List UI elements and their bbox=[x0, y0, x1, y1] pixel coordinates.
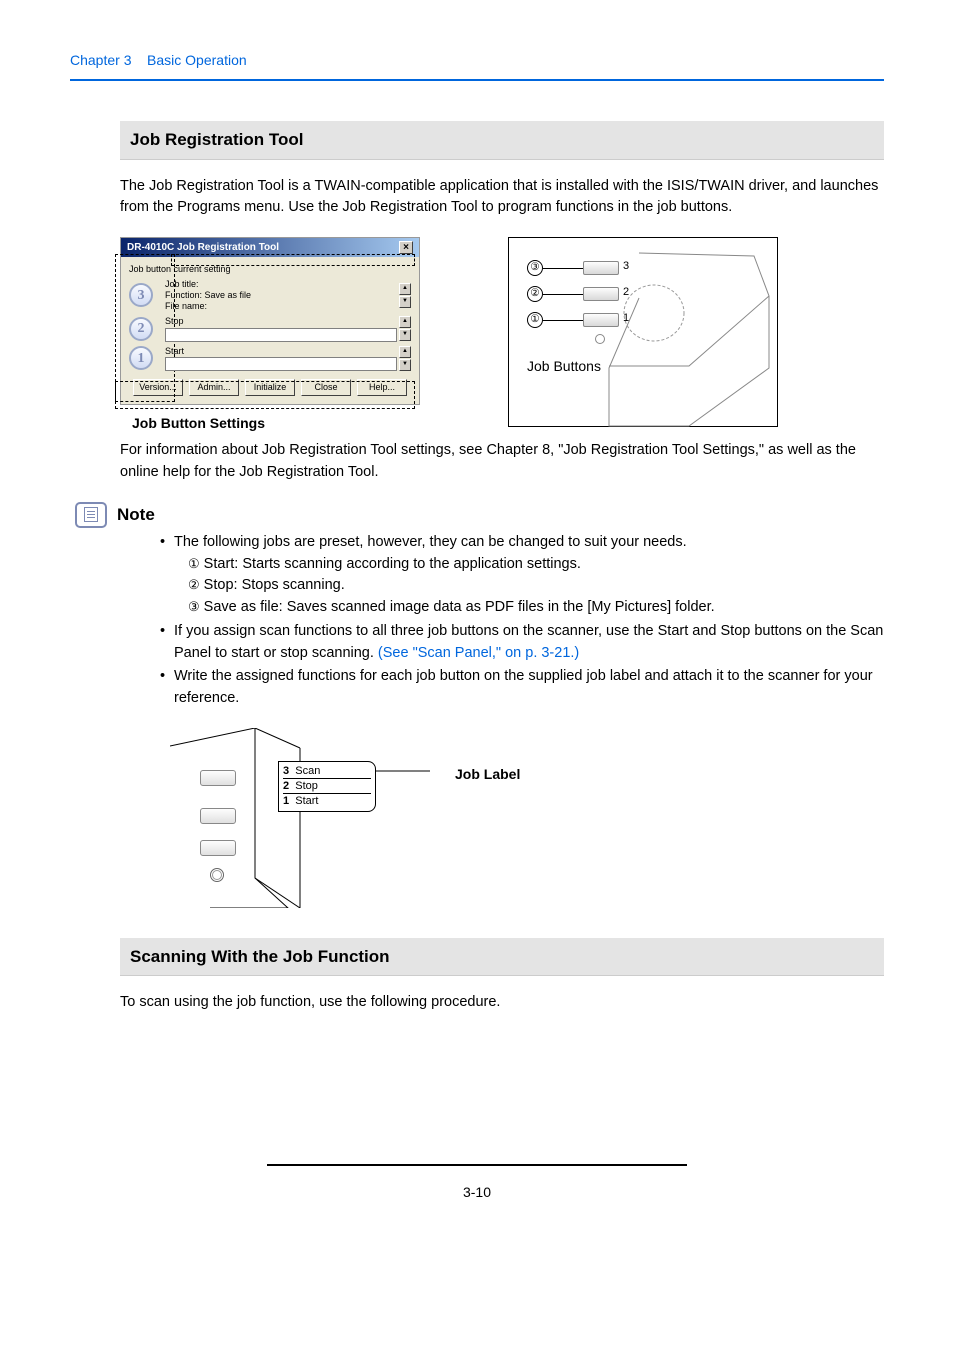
section1-intro: The Job Registration Tool is a TWAIN-com… bbox=[120, 176, 884, 220]
job-label-caption: Job Label bbox=[455, 764, 520, 785]
job-row-2: 2 Stop ▲ ▼ bbox=[129, 316, 411, 341]
chapter-title: Basic Operation bbox=[147, 52, 247, 68]
chapter-number: Chapter 3 bbox=[70, 52, 131, 68]
spin-down-icon[interactable]: ▼ bbox=[399, 329, 411, 341]
admin-button[interactable]: Admin... bbox=[189, 379, 239, 397]
section-heading-scanning: Scanning With the Job Function bbox=[120, 938, 884, 977]
note-bullet-1: The following jobs are preset, however, … bbox=[160, 532, 884, 619]
spin-up-icon[interactable]: ▲ bbox=[399, 283, 411, 295]
section1-after-text: For information about Job Registration T… bbox=[120, 440, 884, 484]
initialize-button[interactable]: Initialize bbox=[245, 379, 295, 397]
spin-down-icon[interactable]: ▼ bbox=[399, 296, 411, 308]
section2-intro: To scan using the job function, use the … bbox=[120, 992, 884, 1014]
dialog-title-text: DR-4010C Job Registration Tool bbox=[127, 240, 279, 255]
scanner-figure-label: Job Buttons bbox=[527, 356, 601, 377]
job-number-badge: 2 bbox=[129, 317, 153, 341]
note-bullet-2: If you assign scan functions to all thre… bbox=[160, 621, 884, 665]
page-number: 3-10 bbox=[70, 1172, 884, 1203]
job-label-figure: 3 3 ScanScan 2 Stop 1 Start bbox=[170, 728, 440, 908]
note-heading: Note bbox=[117, 502, 155, 528]
dialog-figure: DR-4010C Job Registration Tool × Job but… bbox=[120, 237, 420, 434]
help-button[interactable]: Help... bbox=[357, 379, 407, 397]
scanner-figure: ③ 3 ② 2 ① 1 Job Buttons bbox=[508, 237, 778, 427]
spin-up-icon[interactable]: ▲ bbox=[399, 346, 411, 358]
dialog-caption: Job Button Settings bbox=[132, 413, 420, 434]
job-row-3: 3 Job title: Function: Save as file File… bbox=[129, 279, 411, 313]
scan-panel-link[interactable]: (See "Scan Panel," on p. 3-21.) bbox=[378, 645, 579, 661]
close-button[interactable]: Close bbox=[301, 379, 351, 397]
spin-down-icon[interactable]: ▼ bbox=[399, 359, 411, 371]
dialog-group-label: Job button current setting bbox=[129, 263, 411, 277]
job-row-1: 1 Start ▲ ▼ bbox=[129, 346, 411, 371]
spin-up-icon[interactable]: ▲ bbox=[399, 316, 411, 328]
job-number-badge: 1 bbox=[129, 346, 153, 370]
job-label-box: 3 3 ScanScan 2 Stop 1 Start bbox=[278, 761, 376, 812]
note-icon bbox=[75, 502, 107, 528]
section-heading-job-registration: Job Registration Tool bbox=[120, 121, 884, 160]
close-icon[interactable]: × bbox=[399, 241, 413, 254]
version-button[interactable]: Version... bbox=[133, 379, 183, 397]
note-bullet-3: Write the assigned functions for each jo… bbox=[160, 666, 884, 710]
job-registration-dialog: DR-4010C Job Registration Tool × Job but… bbox=[120, 237, 420, 405]
job-number-badge: 3 bbox=[129, 283, 153, 307]
chapter-header: Chapter 3 Basic Operation bbox=[70, 50, 884, 81]
